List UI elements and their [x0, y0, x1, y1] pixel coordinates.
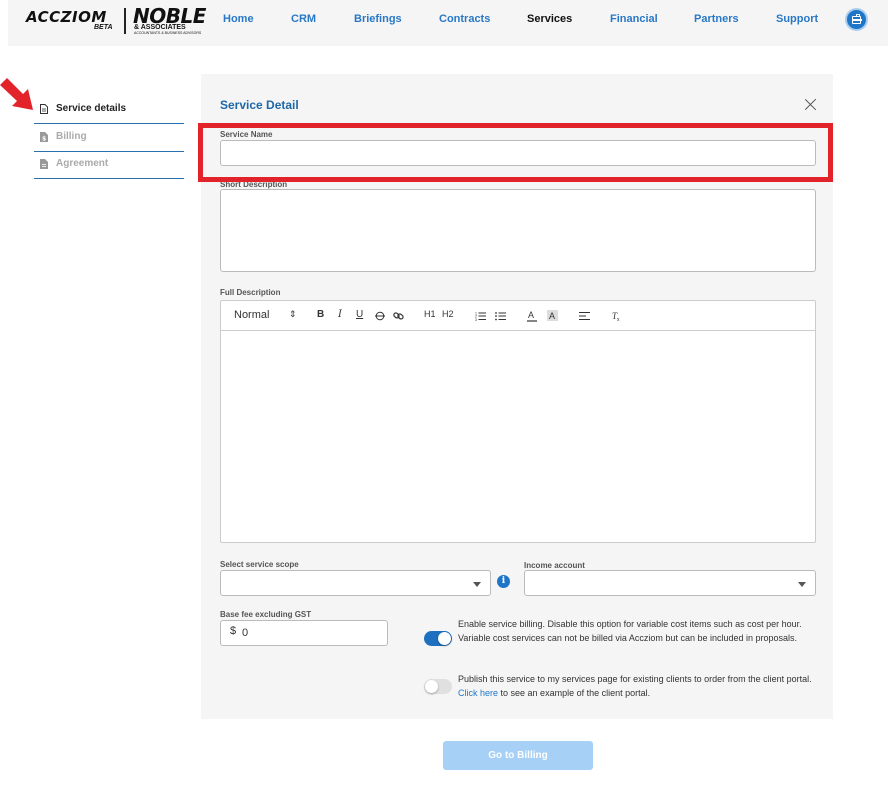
highlight-box-annotation	[198, 123, 833, 182]
sidebar-item-agreement[interactable]: Agreement	[34, 153, 184, 179]
short-description-input[interactable]	[220, 189, 816, 272]
svg-text:A: A	[528, 310, 534, 320]
chevron-down-icon	[473, 582, 481, 587]
ordered-list-icon[interactable]: 123	[475, 311, 486, 321]
dollar-file-icon: $	[40, 132, 48, 142]
nav-crm[interactable]: CRM	[291, 13, 316, 25]
underline-button[interactable]: U	[356, 309, 363, 320]
nav-financial[interactable]: Financial	[610, 13, 658, 25]
editor-toolbar: Normal ⇕ B I U H1 H2 123 A A T x	[221, 301, 815, 331]
publish-text-after: to see an example of the client portal.	[500, 687, 651, 698]
bullet-list-icon[interactable]	[495, 311, 506, 321]
link-icon[interactable]	[393, 311, 404, 321]
svg-text:3: 3	[475, 318, 477, 321]
noble-logo-sub: & ASSOCIATES	[134, 24, 186, 31]
italic-button[interactable]: I	[338, 309, 342, 320]
go-to-billing-button[interactable]: Go to Billing	[443, 741, 593, 770]
enable-billing-toggle[interactable]	[424, 631, 452, 646]
close-icon[interactable]	[804, 98, 818, 112]
publish-text-before: Publish this service to my services page…	[458, 674, 812, 684]
chevron-down-icon	[798, 582, 806, 587]
full-description-editor[interactable]	[221, 332, 815, 542]
svg-text:$: $	[42, 136, 46, 143]
nav-contracts[interactable]: Contracts	[439, 13, 490, 25]
base-fee-input[interactable]	[220, 620, 388, 646]
heading2-button[interactable]: H2	[442, 309, 454, 319]
income-account-label: Income account	[524, 561, 585, 570]
sidebar-item-service-details[interactable]: Service details	[34, 98, 184, 124]
sidebar-item-label: Service details	[56, 103, 127, 114]
heading1-button[interactable]: H1	[424, 309, 436, 319]
rich-text-editor: Normal ⇕ B I U H1 H2 123 A A T x	[220, 300, 816, 543]
nav-services[interactable]: Services	[527, 13, 572, 25]
sidebar-item-billing[interactable]: $ Billing	[34, 126, 184, 152]
align-icon[interactable]	[579, 311, 590, 321]
nav-partners[interactable]: Partners	[694, 13, 739, 25]
bold-button[interactable]: B	[317, 309, 324, 320]
background-color-icon[interactable]: A	[547, 310, 558, 322]
sidebar-item-label: Agreement	[56, 158, 109, 169]
full-description-label: Full Description	[220, 288, 281, 297]
text-color-icon[interactable]: A	[527, 310, 537, 322]
strikethrough-icon[interactable]	[375, 311, 385, 321]
service-scope-label: Select service scope	[220, 560, 299, 569]
clear-format-icon[interactable]: Tx	[611, 310, 622, 322]
base-fee-label: Base fee excluding GST	[220, 610, 312, 619]
file-icon	[40, 159, 48, 169]
service-scope-select[interactable]	[220, 570, 491, 596]
format-select-arrows-icon[interactable]: ⇕	[289, 309, 297, 320]
beta-tag: BETA	[94, 24, 113, 31]
nav-home[interactable]: Home	[223, 13, 254, 25]
panel-title: Service Detail	[220, 98, 299, 112]
logo-divider	[124, 8, 126, 34]
top-navbar: ACCZIOM BETA NOBLE & ASSOCIATES ACCOUNTA…	[8, 0, 888, 46]
nav-support[interactable]: Support	[776, 13, 818, 25]
format-select[interactable]: Normal	[234, 309, 269, 321]
noble-logo-tagline: ACCOUNTANTS & BUSINESS ADVISORS	[134, 31, 202, 35]
publish-service-text: Publish this service to my services page…	[458, 673, 813, 700]
currency-prefix: $	[230, 625, 237, 637]
enable-billing-text: Enable service billing. Disable this opt…	[458, 619, 802, 643]
nav-briefings[interactable]: Briefings	[354, 13, 402, 25]
document-icon	[40, 104, 48, 114]
client-portal-link[interactable]: Click here	[458, 688, 498, 698]
publish-service-toggle[interactable]	[424, 679, 452, 694]
svg-text:A: A	[549, 311, 555, 321]
info-icon[interactable]: i	[497, 575, 510, 588]
income-account-select[interactable]	[524, 570, 816, 596]
svg-text:x: x	[617, 317, 620, 322]
sidebar-item-label: Billing	[56, 131, 87, 142]
briefcase-icon[interactable]	[845, 8, 868, 31]
